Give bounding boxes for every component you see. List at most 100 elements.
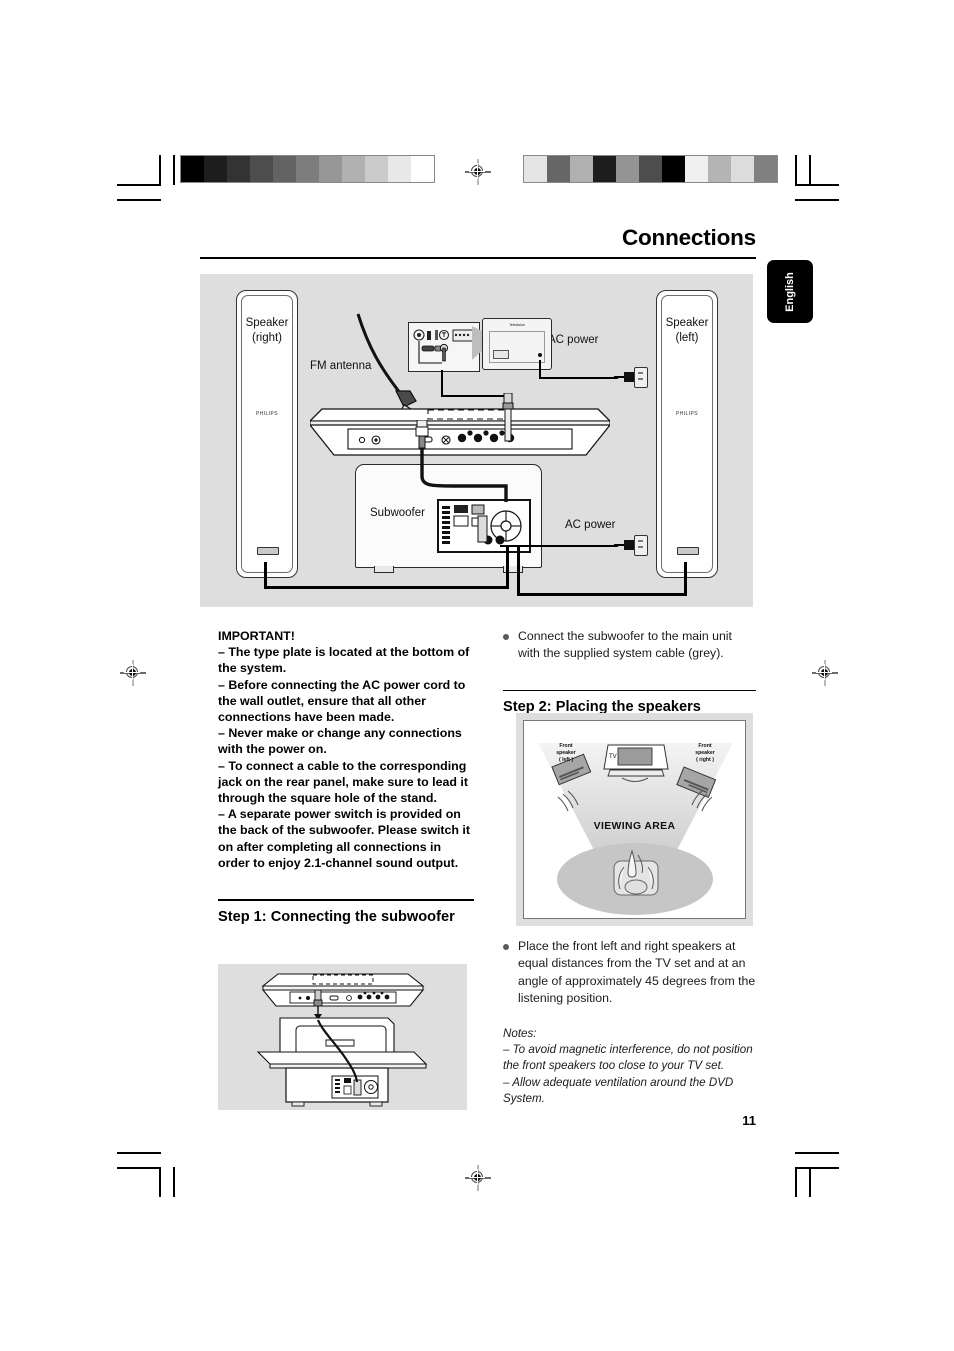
important-item-2: – Before connecting the AC power cord to…	[218, 677, 466, 725]
language-tab: English	[767, 260, 813, 323]
system-cable-plug-subwoofer	[415, 420, 429, 449]
calibration-swatch	[685, 156, 708, 182]
subwoofer-label: Subwoofer	[370, 507, 425, 519]
front-speaker-right-label: Front speaker ( right )	[681, 743, 729, 764]
calibration-swatch	[250, 156, 273, 182]
calibration-swatch	[639, 156, 662, 182]
right-column: Connect the subwoofer to the main unit w…	[503, 628, 756, 717]
bullet-item-placement: Place the front left and right speakers …	[503, 938, 756, 1008]
note-1: – To avoid magnetic interference, do not…	[503, 1043, 753, 1073]
calibration-swatch	[411, 156, 434, 182]
manual-page: Connections English 11 Speaker (right) P…	[0, 0, 954, 1351]
step1-heading: Step 1: Connecting the subwoofer	[218, 908, 455, 925]
tv-input-port	[493, 350, 509, 359]
philips-logo-right: PHILIPS	[256, 411, 278, 417]
calibration-swatch	[754, 156, 777, 182]
fs-right-l1: Front	[698, 743, 712, 749]
wire-speaker-right-horizontal	[264, 586, 509, 590]
fs-left-l1: Front	[559, 743, 573, 749]
wall-outlet-bottom	[634, 535, 648, 556]
wire-speaker-left-to-sub	[517, 546, 521, 596]
bullet-dot-icon	[503, 634, 509, 640]
speaker-right-terminal	[257, 547, 279, 555]
subwoofer-connection-art	[256, 973, 428, 1107]
viewing-area-label: VIEWING AREA	[593, 821, 676, 832]
speaker-left-label-line2: (left)	[675, 332, 699, 344]
bullet-2-text: Place the front left and right speakers …	[518, 939, 756, 1006]
calibration-bar-right	[523, 155, 778, 183]
important-item-4: – To connect a cable to the correspondin…	[218, 758, 468, 806]
step1-rule	[218, 899, 474, 901]
wire-speaker-right-to-sub	[506, 546, 510, 589]
speaker-right-label-line2: (right)	[251, 332, 283, 344]
calibration-swatch	[388, 156, 411, 182]
speaker-left-terminal	[677, 547, 699, 555]
calibration-swatch	[204, 156, 227, 182]
calibration-swatch	[296, 156, 319, 182]
wire-system-cable-to-subwoofer	[420, 442, 508, 502]
calibration-swatch	[708, 156, 731, 182]
important-heading: IMPORTANT!	[218, 629, 295, 643]
step2-rule	[503, 689, 756, 692]
speaker-left-illustration: Speaker (left) PHILIPS	[656, 290, 718, 578]
wire-speaker-left-horizontal	[517, 593, 687, 597]
important-item-3: – Never make or change any connections w…	[218, 726, 462, 757]
wall-outlet-top	[634, 367, 648, 388]
calibration-swatch	[731, 156, 754, 182]
note-2: – Allow adequate ventilation around the …	[503, 1075, 734, 1106]
bullet-1-text: Connect the subwoofer to the main unit w…	[518, 629, 732, 661]
speaker-placement-inner: Front speaker ( left ) Front speaker ( r…	[523, 720, 746, 919]
important-item-1: – The type plate is located at the botto…	[218, 645, 470, 676]
ac-power-top-label: AC power	[548, 334, 599, 346]
calibration-bar-left	[180, 155, 435, 183]
bullet-item-connect-subwoofer: Connect the subwoofer to the main unit w…	[503, 628, 756, 663]
calibration-swatch	[273, 156, 296, 182]
header-rule	[200, 257, 756, 259]
language-tab-label: English	[784, 271, 796, 312]
front-speaker-left-label: Front speaker ( left )	[542, 743, 590, 764]
television-illustration: Television	[482, 318, 552, 370]
tv-label: TV	[609, 754, 617, 760]
calibration-swatch	[547, 156, 570, 182]
fs-right-l2: speaker	[695, 750, 715, 756]
wire-speaker-right-vertical	[264, 562, 268, 589]
registration-mark-bottom-center	[465, 1165, 491, 1191]
notes-heading: Notes:	[503, 1026, 537, 1040]
wire-system-cable-vertical-a	[441, 370, 443, 397]
wire-system-cable-horizontal	[441, 395, 508, 397]
calibration-swatch	[616, 156, 639, 182]
left-column: IMPORTANT! – The type plate is located a…	[218, 628, 474, 927]
calibration-swatch	[319, 156, 342, 182]
television-label: Television	[509, 323, 525, 327]
fs-right-l3: ( right )	[696, 757, 714, 763]
calibration-swatch	[365, 156, 388, 182]
calibration-swatch	[662, 156, 685, 182]
speaker-left-label-line1: Speaker	[665, 317, 709, 329]
system-connection-diagram: Speaker (right) PHILIPS Speaker (left) P…	[200, 274, 753, 607]
philips-logo-left: PHILIPS	[676, 411, 698, 417]
fs-left-l3: ( left )	[558, 757, 574, 763]
registration-mark-right	[812, 660, 838, 686]
page-title: Connections	[621, 225, 756, 250]
page-number: 11	[742, 1113, 756, 1128]
speaker-placement-figure: Front speaker ( left ) Front speaker ( r…	[516, 713, 753, 926]
subwoofer-foot-left	[374, 566, 394, 573]
wire-speaker-left-vertical	[684, 562, 688, 596]
speaker-right-illustration: Speaker (right) PHILIPS	[236, 290, 298, 578]
speaker-right-label-line1: Speaker	[245, 317, 289, 329]
calibration-swatch	[342, 156, 365, 182]
important-item-5: – A separate power switch is provided on…	[218, 807, 471, 870]
subwoofer-connection-figure	[218, 964, 467, 1110]
calibration-swatch	[593, 156, 616, 182]
calibration-swatch	[524, 156, 547, 182]
fs-left-l2: speaker	[556, 750, 576, 756]
calibration-swatch	[570, 156, 593, 182]
wire-tv-power-horizontal	[539, 377, 618, 379]
bullet-dot-icon-2	[503, 944, 509, 950]
registration-mark-top-center	[465, 159, 491, 185]
registration-mark-left	[120, 660, 146, 686]
calibration-swatch	[227, 156, 250, 182]
right-column-lower: Place the front left and right speakers …	[503, 938, 756, 1108]
ac-power-bottom-label: AC power	[565, 519, 616, 531]
tv-power-jack	[538, 353, 542, 357]
